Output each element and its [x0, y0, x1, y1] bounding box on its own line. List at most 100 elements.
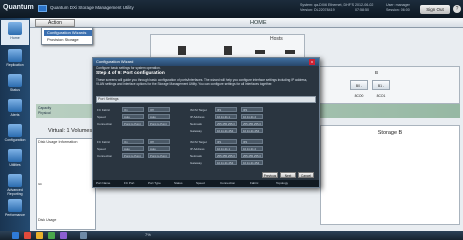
field-value[interactable]: Auto	[122, 114, 144, 119]
field-value[interactable]: Point to Point	[148, 121, 170, 126]
help-icon[interactable]: ?	[453, 5, 461, 13]
storage-b-title: Storage B	[377, 130, 403, 136]
table-header-cell: Fabric	[250, 181, 259, 185]
field-label: IP Address	[190, 115, 205, 119]
storage-b1-button[interactable]: B1 - 8CO1	[372, 80, 390, 98]
system-line: System: qa-DXi6 Ethernet, DHF'S	[300, 3, 355, 7]
field-value[interactable]: 10.11.21.1	[215, 146, 237, 151]
folder-icon[interactable]	[36, 232, 43, 239]
quantum-mark-icon	[38, 5, 47, 12]
cancel-button[interactable]: Cancel	[298, 172, 314, 178]
app-icon[interactable]	[60, 232, 67, 239]
physical-host-icon	[178, 46, 186, 55]
nav-item-home[interactable]: Home	[1, 20, 29, 45]
previous-button[interactable]: Previous	[262, 172, 278, 178]
field-value[interactable]: Point to Point	[122, 153, 144, 158]
nav-item-performance[interactable]: Performance	[1, 197, 29, 222]
menu-item-configuration-wizards[interactable]: Configuration Wizards	[44, 30, 92, 36]
nav-item-alerts[interactable]: Alerts	[1, 97, 29, 122]
user-info: User: manager Session: 06:00	[386, 3, 410, 12]
field-value[interactable]: Point to Point	[148, 153, 170, 158]
field-value[interactable]: 10.11.21.2	[241, 114, 263, 119]
nav-item-status[interactable]: Status	[1, 72, 29, 97]
field-value[interactable]: Auto	[122, 146, 144, 151]
action-menu-button[interactable]: Action	[35, 19, 75, 27]
disk-usage-panel	[36, 138, 96, 230]
date-info: 2012-06-02 07:58:50	[355, 3, 373, 12]
taskbar	[0, 231, 463, 240]
performance-icon	[8, 199, 22, 212]
replication-icon	[255, 50, 265, 54]
app-icon[interactable]	[80, 232, 87, 239]
nav-item-replication[interactable]: Replication	[1, 47, 29, 72]
table-header-cell: Topology	[276, 181, 289, 185]
field-value[interactable]: Point to Point	[122, 121, 144, 126]
field-value[interactable]: 10.11.21.2	[241, 146, 263, 151]
nav-item-configuration[interactable]: Configuration	[1, 122, 29, 147]
storage-b0-button[interactable]: B0 - 8CO0	[350, 80, 368, 98]
reporting-icon	[8, 174, 22, 187]
field-value[interactable]: Off	[148, 107, 170, 112]
field-label: Netmask	[190, 122, 202, 126]
field-value[interactable]: Auto	[148, 146, 170, 151]
storage-summary-label: B	[375, 70, 379, 75]
field-value[interactable]: 255.255.255.0	[215, 153, 237, 158]
port-settings-header	[96, 96, 316, 103]
field-value[interactable]: 255.255.255.0	[241, 153, 263, 158]
dialog-description: These screens will guide you through bas…	[96, 78, 314, 86]
virtual-host-icon	[224, 46, 232, 55]
app-icon[interactable]	[48, 232, 55, 239]
close-icon[interactable]: x	[309, 59, 315, 65]
app-icon[interactable]	[24, 232, 31, 239]
version-line: Version: DL22078419	[300, 7, 335, 12]
dialog-description-line: VLAN settings and interface options for …	[96, 82, 273, 87]
field-value[interactable]: On	[122, 107, 144, 112]
sign-out-button[interactable]: Sign Out	[420, 5, 450, 14]
page-title: HOME	[250, 20, 267, 26]
taskbar-text: 7%	[145, 232, 151, 237]
field-value[interactable]: Auto	[148, 114, 170, 119]
field-label: Netmask	[190, 154, 202, 158]
table-header-cell: Status	[174, 181, 183, 185]
physical-label: Physical	[38, 111, 51, 115]
field-value[interactable]: IP2	[241, 107, 263, 112]
field-value[interactable]: On	[122, 139, 144, 144]
field-label: FC Fabric	[97, 140, 111, 144]
field-label: IP Address	[190, 147, 205, 151]
field-label: iSCSI Target	[190, 140, 207, 144]
product-title: Quantum DXi Storage Management Utility	[50, 5, 134, 10]
field-value[interactable]: IP1	[215, 107, 237, 112]
field-label: Gateway	[190, 129, 202, 133]
field-value[interactable]: 10.11.21.1	[215, 114, 237, 119]
next-button[interactable]: Next	[280, 172, 296, 178]
field-value[interactable]: 10.11.21.254	[241, 128, 263, 133]
field-value[interactable]: IP1	[215, 139, 237, 144]
field-value[interactable]: 10.11.21.254	[215, 160, 237, 165]
utilities-icon	[8, 149, 22, 162]
table-header-cell: Connection	[220, 181, 236, 185]
nav-item-reporting[interactable]: Advanced Reporting	[1, 172, 29, 197]
field-label: iSCSI Target	[190, 108, 207, 112]
menu-item-provision-storage[interactable]: Provision Storage	[44, 37, 92, 43]
start-icon[interactable]	[12, 232, 19, 239]
field-value[interactable]: 10.11.21.254	[241, 160, 263, 165]
field-label: FC Fabric	[97, 108, 111, 112]
dialog-subtitle: Configure basic settings for system oper…	[96, 66, 161, 70]
field-value[interactable]: 255.255.255.0	[215, 121, 237, 126]
field-value[interactable]: 10.11.21.254	[215, 128, 237, 133]
storage-icon	[285, 50, 295, 54]
dialog-title: Configuration Wizard	[96, 59, 134, 64]
user-line: User: manager	[386, 3, 410, 7]
replication-icon	[8, 49, 22, 62]
hosts-title: Hosts	[270, 36, 283, 42]
field-value[interactable]: Off	[148, 139, 170, 144]
system-info: System: qa-DXi6 Ethernet, DHF'S Version:…	[300, 3, 354, 12]
nav-item-utilities[interactable]: Utilities	[1, 147, 29, 172]
home-icon	[8, 22, 22, 35]
disk-axis-label: Gb	[38, 182, 43, 186]
storage-b-panel	[320, 125, 460, 225]
date-line: 2012-06-02	[355, 3, 374, 7]
alerts-icon	[8, 99, 22, 112]
field-value[interactable]: 255.255.255.0	[241, 121, 263, 126]
field-value[interactable]: IP2	[241, 139, 263, 144]
